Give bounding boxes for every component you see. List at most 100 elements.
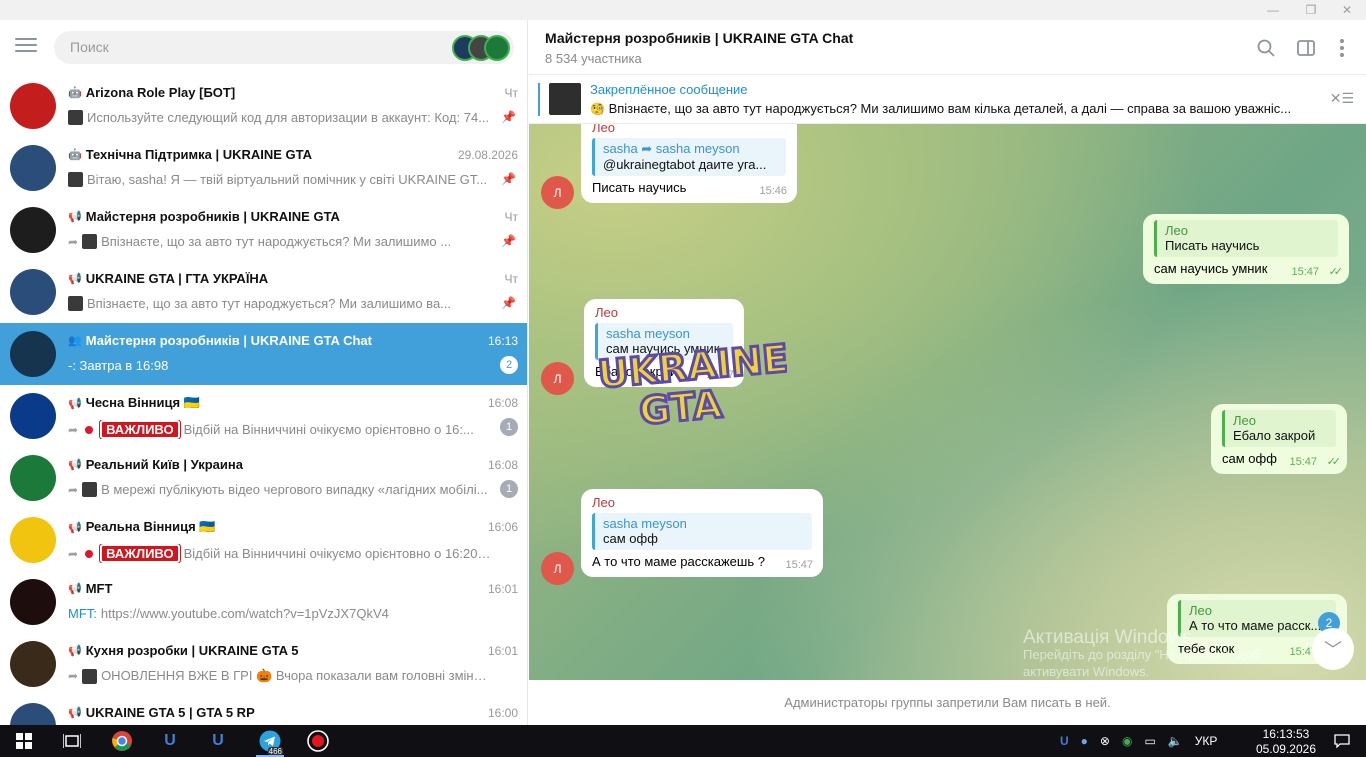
chat-list-item[interactable]: 📢 Майстерня розробників | UKRAINE GTA Чт ➦ В… bbox=[0, 199, 527, 261]
sender-avatar[interactable]: Л bbox=[541, 176, 574, 209]
chat-list-item[interactable]: 📢 UKRAINE GTA | ГТА УКРАЇНА Чт Впізнаєте, щ… bbox=[0, 261, 527, 323]
message-sender[interactable]: Лео bbox=[595, 305, 733, 320]
telegram-taskbar-icon[interactable]: 466 bbox=[246, 725, 294, 757]
forward-icon: ➦ bbox=[68, 234, 79, 249]
chat-list-item[interactable]: 📢 UKRAINE GTA 5 | GTA 5 RP 16:00 bbox=[0, 695, 527, 725]
sidebar-toggle-icon[interactable] bbox=[1294, 36, 1318, 60]
chat-list-panel: 🤖Arizona Role Play [БОТ] Чт Используйте сл… bbox=[0, 20, 528, 725]
reply-quote[interactable]: Лео Ебало закрой bbox=[1222, 410, 1336, 447]
pinned-title: Закреплённое сообщение bbox=[590, 82, 748, 97]
search-bar[interactable] bbox=[54, 31, 514, 64]
chat-avatar bbox=[10, 207, 56, 253]
media-thumbnail bbox=[82, 668, 98, 684]
chat-time: 16:08 bbox=[487, 396, 518, 410]
chat-list-item[interactable]: 📢 Реальний Київ | Украина 16:08 ➦ В мережі п… bbox=[0, 447, 527, 509]
chat-title: 📢 UKRAINE GTA | ГТА УКРАЇНА bbox=[68, 271, 428, 286]
battery-icon[interactable]: ▭ bbox=[1144, 734, 1155, 748]
more-options-icon[interactable] bbox=[1330, 36, 1354, 60]
watermark-line-3: активувати Windows. bbox=[1023, 664, 1150, 679]
story-avatar[interactable] bbox=[484, 35, 510, 61]
chat-preview: ➦ ВАЖЛИВО Відбій на Вінниччині очікуємо ор… bbox=[68, 420, 493, 439]
chat-list-item[interactable]: 🤖 Технічна Підтримка | UKRAINE GTA 29.08.2… bbox=[0, 137, 527, 199]
windows-start-icon[interactable] bbox=[0, 725, 48, 757]
maximize-button[interactable]: ❐ bbox=[1294, 0, 1328, 20]
channel-icon: 📢 bbox=[68, 521, 82, 534]
reply-quote[interactable]: sasha ➦ sasha meyson @ukrainegtabot даите… bbox=[592, 138, 786, 176]
volume-icon[interactable]: 🔈 bbox=[1168, 734, 1183, 748]
task-view-icon[interactable] bbox=[48, 725, 96, 757]
chat-title-text: UKRAINE GTA | ГТА УКРАЇНА bbox=[85, 271, 269, 286]
chat-preview: MFT: https://www.youtube.com/watch?v=1pVz… bbox=[68, 606, 493, 621]
reply-quote[interactable]: sasha meyson сам офф bbox=[592, 513, 812, 550]
search-input[interactable] bbox=[70, 39, 430, 55]
clock-time: 16:13:53 bbox=[1262, 727, 1310, 741]
chat-preview: Используйте следующий код для авторизаци… bbox=[68, 110, 493, 125]
chat-time: 16:01 bbox=[487, 582, 518, 596]
incoming-message[interactable]: Лео sasha ➦ sasha meyson @ukrainegtabot да… bbox=[581, 124, 797, 203]
search-icon[interactable] bbox=[1254, 36, 1278, 60]
chat-list-item[interactable]: 📢 Кухня розробки | UKRAINE GTA 5 16:01 ➦ ОНО… bbox=[0, 633, 527, 695]
chat-time: 16:13 bbox=[487, 334, 518, 348]
unpin-icon[interactable]: ✕☰ bbox=[1330, 90, 1354, 107]
chevron-down-icon: ﹀ bbox=[1324, 640, 1342, 660]
chat-list-item[interactable]: 📢 Реальна Вінниця 🇺🇦 16:06 ➦ ВАЖЛИВО Відбій н… bbox=[0, 509, 527, 571]
message-area[interactable]: ЛеоА то что маме расск...тебе скок15:47✓… bbox=[529, 124, 1366, 680]
chat-list-item[interactable]: 📢 MFT 16:01 MFT: https://www.youtube.com/wat… bbox=[0, 571, 527, 633]
outgoing-message[interactable]: Лео Ебало закрой сам офф 15:47 ✓✓ bbox=[1211, 404, 1347, 474]
chat-preview-text: В мережі публікують відео чергового випа… bbox=[101, 482, 488, 497]
clock-date: 05.09.2026 bbox=[1255, 742, 1316, 756]
chat-preview-text: Відбій на Вінниччині очікуємо орієнтовно… bbox=[183, 546, 493, 561]
chat-time: Чт bbox=[504, 210, 519, 224]
chat-avatar bbox=[10, 269, 56, 315]
chat-avatar bbox=[10, 579, 56, 625]
message-sender[interactable]: Лео bbox=[592, 124, 786, 135]
message-sender[interactable]: Лео bbox=[592, 495, 812, 510]
game-launcher-icon[interactable]: U bbox=[146, 725, 194, 757]
chat-header[interactable]: Майстерня розробників | UKRAINE GTA Chat… bbox=[529, 20, 1366, 75]
chat-time: Чт bbox=[504, 272, 519, 286]
hamburger-menu-icon[interactable] bbox=[15, 38, 37, 56]
minimize-button[interactable]: — bbox=[1256, 0, 1290, 20]
chat-list-item[interactable]: 📢 Чесна Вінниця 🇺🇦 16:08 ➦ ВАЖЛИВО Відбій на … bbox=[0, 385, 527, 447]
chat-title: 📢 Чесна Вінниця 🇺🇦 bbox=[68, 395, 428, 411]
chat-preview-text: Вітаю, sasha! Я — твій віртуальний поміч… bbox=[87, 172, 488, 187]
chat-title: 👥 Майстерня розробників | UKRAINE GTA Cha… bbox=[68, 333, 428, 348]
notification-icon[interactable] bbox=[1318, 725, 1366, 757]
screen-recorder-icon[interactable] bbox=[294, 725, 342, 757]
pinned-text: 🧐 Впізнаєте, що за авто тут народжується… bbox=[590, 101, 1310, 116]
channel-icon: 📢 bbox=[68, 707, 82, 719]
chat-title: 🤖 Arizona Role Play [БОТ] bbox=[68, 85, 428, 100]
chat-list-item[interactable]: 🤖 Arizona Role Play [БОТ] Чт Используйте сл… bbox=[0, 75, 527, 137]
chat-preview: ➦ В мережі публікують відео чергового вип… bbox=[68, 482, 493, 497]
chat-preview-text: -: Завтра в 16:98 bbox=[68, 358, 169, 373]
stories-avatars[interactable] bbox=[452, 35, 510, 61]
unread-badge: 2 bbox=[500, 356, 518, 374]
scroll-down-button[interactable]: ﹀ bbox=[1312, 628, 1354, 670]
chrome-icon[interactable] bbox=[98, 725, 146, 757]
chat-avatar bbox=[10, 455, 56, 501]
forward-icon: ➦ bbox=[68, 422, 79, 437]
chat-list-item[interactable]: 👥 Майстерня розробників | UKRAINE GTA Cha… bbox=[0, 323, 527, 385]
language-indicator[interactable]: УКР bbox=[1195, 734, 1218, 748]
reply-quote[interactable]: Лео Писать научись bbox=[1154, 220, 1338, 257]
tray-green-icon[interactable]: ◉ bbox=[1122, 734, 1132, 748]
pinned-message-bar[interactable]: Закреплённое сообщение 🧐 Впізнаєте, що з… bbox=[529, 75, 1366, 124]
game-launcher-icon-2[interactable]: U bbox=[194, 725, 242, 757]
reply-author: Лео bbox=[1233, 413, 1256, 428]
reply-text: сам офф bbox=[603, 531, 658, 546]
chat-time: 16:08 bbox=[487, 458, 518, 472]
tray-app-icon-2[interactable]: ● bbox=[1081, 734, 1088, 748]
sender-avatar[interactable]: Л bbox=[541, 552, 574, 585]
chat-preview-text: Відбій на Вінниччині очікуємо орієнтовно… bbox=[183, 422, 474, 437]
taskbar-clock[interactable]: 16:13:53 05.09.2026 bbox=[1256, 727, 1316, 757]
close-button[interactable]: ✕ bbox=[1330, 0, 1364, 20]
channel-icon: 📢 bbox=[68, 645, 82, 657]
sender-avatar[interactable]: Л bbox=[541, 362, 574, 395]
incoming-message[interactable]: Лео sasha meyson сам офф А то что маме расс… bbox=[581, 489, 823, 577]
pin-icon: 📌 bbox=[501, 110, 516, 124]
outgoing-message[interactable]: Лео Писать научись сам научись умник 15:47 ✓… bbox=[1143, 214, 1349, 284]
tray-app-icon[interactable]: U bbox=[1060, 734, 1069, 748]
chat-preview-text: Впізнаєте, що за авто тут народжується? … bbox=[87, 296, 452, 311]
read-checkmarks-icon: ✓✓ bbox=[1326, 456, 1342, 468]
network-icon[interactable]: ⊗ bbox=[1100, 734, 1110, 748]
